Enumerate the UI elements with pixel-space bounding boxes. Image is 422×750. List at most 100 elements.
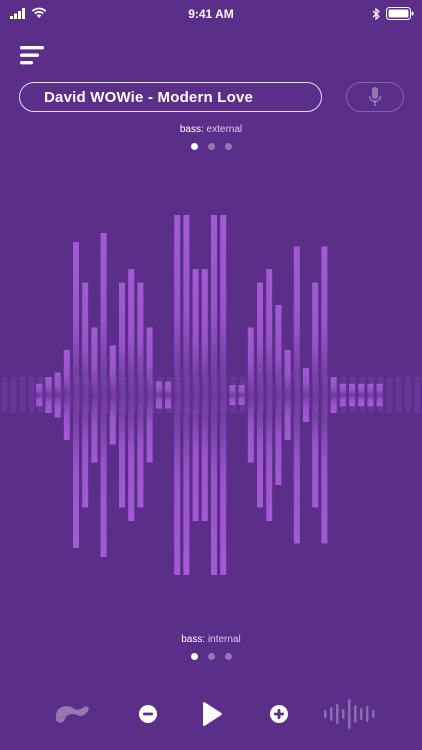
page-indicator-bottom[interactable] (0, 653, 422, 660)
bluetooth-icon (372, 7, 380, 20)
eq-ambient-bar (212, 377, 219, 413)
eq-ambient-bar (340, 377, 347, 413)
eq-ambient-bar (405, 377, 411, 413)
eq-bar-top (128, 269, 135, 395)
eq-ambient-bar (120, 377, 127, 413)
mode-label-top: bass: external (0, 124, 422, 135)
microphone-icon (368, 87, 382, 106)
eq-ambient-bar (359, 377, 365, 413)
mode-label-top-prefix: bass: (179, 124, 204, 135)
eq-ambient-bar (129, 377, 136, 413)
eq-bar-bottom (201, 395, 208, 521)
page-dot-3[interactable] (224, 143, 232, 150)
hamburger-icon (20, 46, 44, 65)
eq-bar-top (192, 269, 199, 395)
eq-bar-top (73, 242, 79, 395)
eq-bar-bottom (73, 395, 79, 548)
minus-circle-icon (139, 705, 157, 723)
track-title: David WOWie - Modern Love (44, 88, 254, 106)
eq-bar-top (266, 269, 273, 395)
eq-ambient-bar (331, 377, 338, 413)
status-right (372, 7, 414, 20)
eq-bar-bottom (183, 395, 190, 575)
eq-bar-bottom (293, 395, 300, 544)
mode-label-bottom: bass: internal (0, 634, 422, 645)
eq-ambient-bar (194, 377, 200, 413)
eq-ambient-bar (249, 377, 255, 413)
eq-ambient-bar (350, 377, 356, 413)
eq-ambient-bar (304, 377, 310, 413)
eq-ambient-bar (276, 377, 283, 413)
waveform-button[interactable] (320, 696, 378, 732)
eq-ambient-bar (166, 377, 173, 413)
page-dot-1[interactable] (190, 143, 198, 150)
page-dot-3[interactable] (224, 653, 232, 660)
eq-bar-bottom (100, 395, 107, 557)
eq-bar-top (293, 246, 300, 395)
plus-circle-icon (270, 705, 288, 723)
eq-ambient-bar (377, 377, 384, 413)
mode-label-bottom-value: internal (207, 634, 241, 645)
eq-ambient-bar (396, 377, 402, 413)
eq-ambient-bar (19, 377, 26, 413)
eq-ambient-bar (175, 377, 182, 413)
eq-ambient-bar (38, 377, 44, 413)
eq-ambient-bar (221, 377, 228, 413)
eq-bar-top (211, 215, 217, 395)
eq-ambient-bar (93, 377, 99, 413)
eq-bar-top (321, 246, 328, 395)
eq-ambient-bar (74, 377, 81, 413)
eq-ambient-bar (203, 377, 209, 413)
eq-ambient-bar (313, 377, 320, 413)
page-indicator-top[interactable] (0, 143, 422, 150)
track-search-field[interactable]: David WOWie - Modern Love (19, 82, 322, 112)
mode-label-bottom-prefix: bass: (181, 634, 206, 645)
eq-ambient-bar (10, 377, 17, 413)
menu-button[interactable] (20, 46, 46, 68)
eq-ambient-bar (240, 377, 246, 413)
eq-bar-top (183, 215, 190, 395)
eq-ambient-bar (368, 377, 375, 413)
eq-bar-bottom (321, 395, 328, 544)
eq-bar-top (174, 215, 181, 395)
eq-ambient-bar (148, 377, 154, 413)
eq-bar-bottom (128, 395, 135, 521)
eq-ambient-bar (285, 377, 292, 413)
eq-ambient-bar (47, 377, 54, 413)
play-button[interactable] (196, 698, 228, 730)
eq-ambient-bar (157, 377, 164, 413)
eq-ambient-bar (139, 377, 145, 413)
player-controls (0, 694, 422, 734)
eq-ambient-bar (56, 377, 63, 413)
eq-bar-bottom (266, 395, 273, 521)
eq-bar-bottom (220, 395, 227, 575)
waveform-icon (324, 699, 375, 729)
page-dot-1[interactable] (190, 653, 198, 660)
decrease-button[interactable] (134, 700, 162, 728)
eq-bar-bottom (174, 395, 181, 575)
eq-ambient-bar (65, 377, 72, 413)
eq-bar-top (100, 233, 107, 395)
toy-device-icon (56, 706, 89, 723)
eq-ambient-bar (185, 377, 191, 413)
audio-visualizer (1, 215, 420, 575)
eq-ambient-bar (386, 377, 393, 413)
eq-bar-bottom (192, 395, 199, 521)
page-dot-2[interactable] (207, 653, 215, 660)
eq-ambient-bar (414, 377, 420, 413)
eq-ambient-bar (111, 377, 118, 413)
increase-button[interactable] (265, 700, 293, 728)
page-dot-2[interactable] (207, 143, 215, 150)
eq-ambient-bar (84, 377, 90, 413)
eq-bar-top (201, 269, 208, 395)
eq-ambient-bar (1, 377, 8, 413)
status-time: 9:41 AM (188, 7, 234, 21)
voice-input-button[interactable] (346, 82, 404, 112)
play-icon (203, 702, 222, 726)
eq-bar-top (220, 215, 227, 395)
device-button[interactable] (52, 698, 92, 730)
eq-ambient-bar (267, 377, 274, 413)
eq-ambient-bar (295, 377, 301, 413)
eq-ambient-bar (29, 377, 35, 413)
eq-ambient-bar (322, 377, 329, 413)
